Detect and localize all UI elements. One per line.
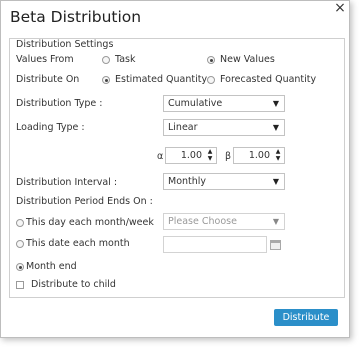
values-from-label: Values From [16, 54, 74, 65]
this-day-select[interactable]: Please Choose ▼ [163, 213, 285, 230]
distribute-to-child-checkbox[interactable] [16, 281, 24, 289]
radio-new-values[interactable] [207, 56, 215, 64]
distribute-on-label: Distribute On [16, 74, 80, 85]
radio-task[interactable] [102, 56, 110, 64]
radio-task-label[interactable]: Task [115, 54, 136, 65]
dialog-title: Beta Distribution [10, 8, 142, 26]
distribute-to-child-label[interactable]: Distribute to child [31, 279, 116, 290]
caret-down-icon: ▼ [272, 99, 279, 108]
radio-estimated-quantity[interactable] [102, 76, 110, 84]
this-day-placeholder: Please Choose [168, 216, 237, 227]
loading-type-select[interactable]: Linear ▼ [163, 119, 285, 136]
fieldset-legend: Distribution Settings [16, 39, 114, 50]
distribute-button[interactable]: Distribute [274, 309, 338, 326]
radio-new-values-label[interactable]: New Values [220, 54, 275, 65]
loading-type-value: Linear [168, 122, 198, 133]
alpha-value: 1.00 [180, 150, 202, 161]
radio-estimated-quantity-label[interactable]: Estimated Quantity [115, 74, 207, 85]
beta-spinner[interactable]: 1.00 ▲ ▼ [233, 147, 285, 164]
radio-forecasted-quantity[interactable] [207, 76, 215, 84]
close-icon[interactable]: × [331, 1, 349, 15]
loading-type-label: Loading Type : [16, 122, 85, 133]
distribution-interval-label: Distribution Interval : [16, 177, 118, 188]
caret-down-icon: ▼ [272, 177, 279, 186]
alpha-symbol: α [157, 151, 164, 162]
caret-down-icon: ▼ [272, 123, 279, 132]
distribution-interval-value: Monthly [168, 176, 207, 187]
beta-distribution-dialog: Beta Distribution × Distribution Setting… [0, 0, 350, 338]
calendar-icon[interactable] [270, 240, 281, 250]
beta-value: 1.00 [248, 150, 270, 161]
distribution-interval-select[interactable]: Monthly ▼ [163, 173, 285, 190]
radio-forecasted-quantity-label[interactable]: Forecasted Quantity [220, 74, 316, 85]
radio-this-date[interactable] [16, 240, 24, 248]
distribution-type-label: Distribution Type : [16, 98, 103, 109]
radio-this-date-label[interactable]: This date each month [26, 238, 130, 249]
alpha-spinner[interactable]: 1.00 ▲ ▼ [165, 147, 217, 164]
spinner-arrows-icon[interactable]: ▲ ▼ [274, 148, 282, 162]
radio-month-end-label[interactable]: Month end [26, 261, 77, 272]
radio-month-end[interactable] [16, 263, 24, 271]
distribution-type-value: Cumulative [168, 98, 223, 109]
spinner-arrows-icon[interactable]: ▲ ▼ [206, 148, 214, 162]
radio-this-day-label[interactable]: This day each month/week [26, 217, 154, 228]
caret-down-icon: ▼ [272, 217, 279, 226]
beta-symbol: β [225, 151, 232, 162]
distribution-type-select[interactable]: Cumulative ▼ [163, 95, 285, 112]
period-ends-label: Distribution Period Ends On : [16, 196, 153, 207]
this-date-input[interactable] [163, 236, 267, 253]
radio-this-day[interactable] [16, 219, 24, 227]
